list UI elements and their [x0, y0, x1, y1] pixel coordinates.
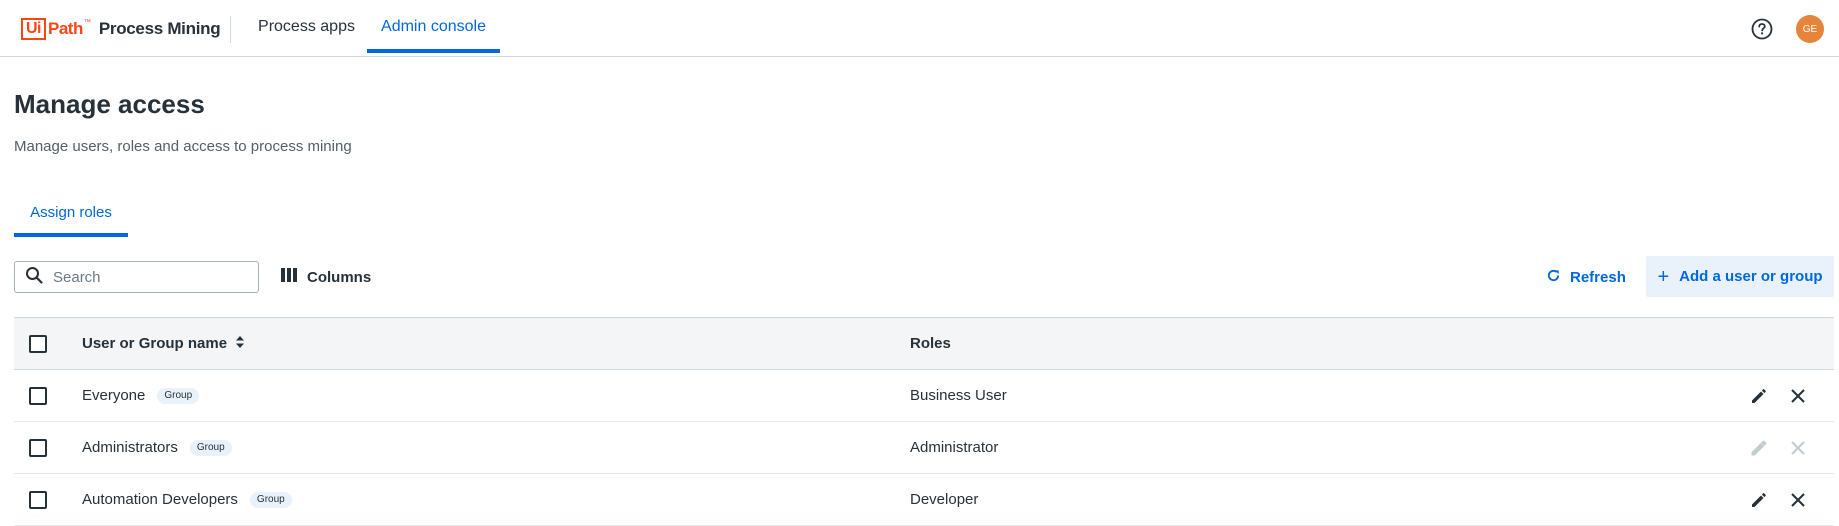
help-icon[interactable] [1751, 18, 1773, 40]
logo-mark: Ui [21, 17, 46, 40]
nav-tab-admin-console[interactable]: Admin console [367, 0, 500, 53]
table-header-row: User or Group name Roles [14, 317, 1834, 370]
columns-label: Columns [307, 268, 372, 286]
column-header-name-label: User or Group name [82, 335, 228, 352]
group-badge: Group [157, 387, 200, 404]
product-name: Process Mining [98, 18, 221, 38]
page-subtitle: Manage users, roles and access to proces… [14, 138, 352, 155]
row-name-cell: Administrators Group [82, 422, 232, 473]
row-name-cell: Automation Developers Group [82, 474, 292, 525]
top-bar: Ui Path ™ Process Mining Process apps Ad… [0, 0, 1839, 57]
refresh-label: Refresh [1570, 268, 1626, 286]
edit-icon [1748, 437, 1770, 459]
search-icon [25, 266, 43, 289]
edit-icon[interactable] [1748, 385, 1770, 407]
search-input[interactable] [53, 268, 243, 286]
header-divider [230, 16, 231, 43]
logo-trademark: ™ [83, 19, 91, 26]
row-name: Everyone [82, 387, 146, 404]
group-badge: Group [189, 439, 232, 456]
roles-table: User or Group name Roles Everyone Group … [14, 317, 1834, 526]
nav-tab-process-apps[interactable]: Process apps [253, 0, 360, 53]
table-row: Administrators Group Administrator [14, 422, 1834, 474]
row-checkbox[interactable] [29, 439, 47, 457]
table-row: Everyone Group Business User [14, 370, 1834, 422]
uipath-logo[interactable]: Ui Path ™ Process Mining [21, 17, 221, 40]
close-icon[interactable] [1787, 489, 1809, 511]
table-row: Automation Developers Group Developer [14, 474, 1834, 526]
row-name: Automation Developers [82, 491, 238, 508]
refresh-button[interactable]: Refresh [1546, 261, 1626, 293]
row-name: Administrators [82, 439, 178, 456]
add-user-or-group-button[interactable]: + Add a user or group [1646, 256, 1834, 297]
close-icon [1787, 437, 1809, 459]
row-role: Administrator [910, 439, 999, 456]
tab-active-indicator [14, 233, 128, 237]
close-icon[interactable] [1787, 385, 1809, 407]
select-all-checkbox[interactable] [29, 335, 47, 353]
logo-path-text: Path [48, 18, 83, 38]
plus-icon: + [1657, 265, 1670, 288]
user-avatar[interactable]: GE [1796, 15, 1824, 43]
column-header-name[interactable]: User or Group name [82, 318, 245, 369]
page-title: Manage access [14, 89, 205, 119]
row-role: Developer [910, 491, 979, 508]
search-box[interactable] [14, 261, 259, 293]
row-checkbox[interactable] [29, 387, 47, 405]
refresh-icon [1546, 268, 1570, 287]
group-badge: Group [249, 491, 292, 508]
add-button-label: Add a user or group [1679, 268, 1823, 285]
nav-active-indicator [367, 49, 500, 53]
columns-icon [281, 268, 307, 286]
row-checkbox[interactable] [29, 491, 47, 509]
column-header-roles: Roles [910, 335, 951, 352]
columns-button[interactable]: Columns [281, 261, 371, 293]
row-role: Business User [910, 387, 1007, 404]
sort-icon[interactable] [235, 335, 245, 353]
edit-icon[interactable] [1748, 489, 1770, 511]
row-name-cell: Everyone Group [82, 370, 200, 421]
tab-assign-roles[interactable]: Assign roles [14, 200, 128, 236]
